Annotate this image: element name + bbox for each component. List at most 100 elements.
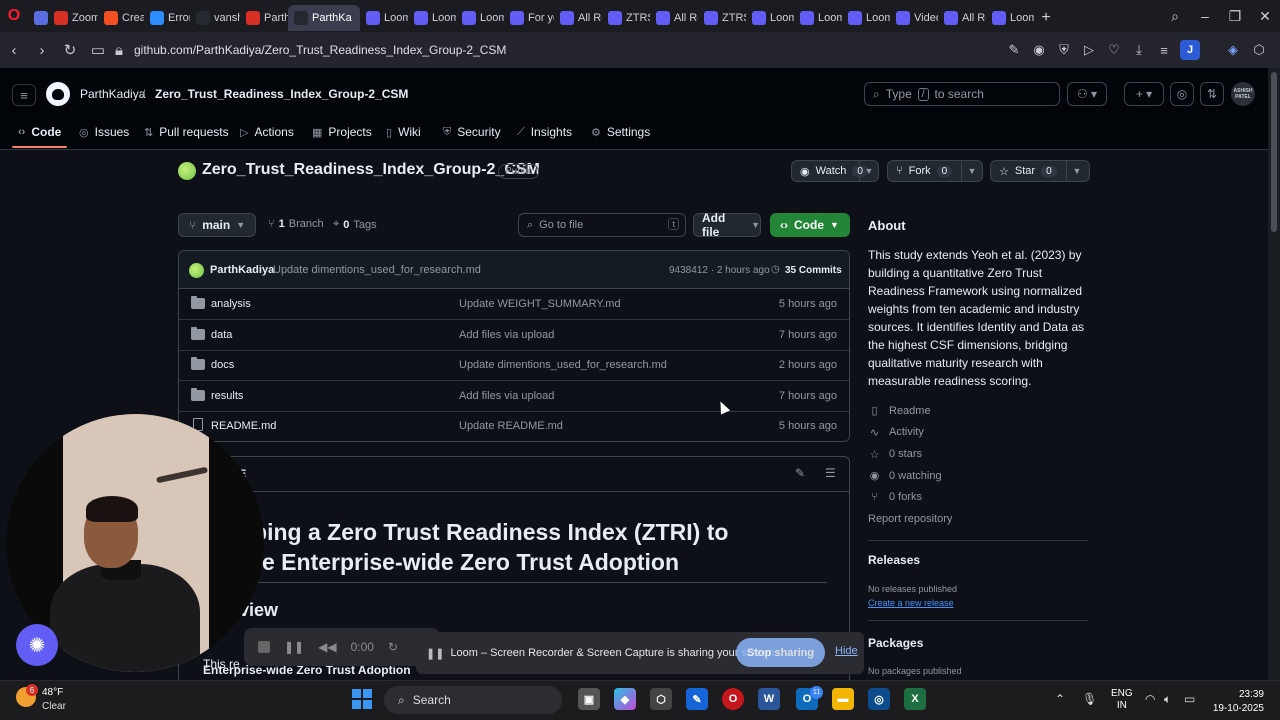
camera-icon[interactable]: ◉ (1030, 41, 1048, 59)
tags-link[interactable]: ⌖ 0 Tags (333, 218, 377, 231)
file-commit-message[interactable]: Update README.md (459, 420, 563, 432)
about-link[interactable]: ☆ 0 stars (868, 448, 922, 461)
file-commit-message[interactable]: Update WEIGHT_SUMMARY.md (459, 298, 621, 310)
browser-tab[interactable]: All Re (554, 5, 602, 31)
wifi-icon[interactable]: ◠ (1145, 692, 1155, 706)
search-tabs-icon[interactable]: ⌕ (1160, 0, 1190, 32)
github-logo-icon[interactable] (46, 82, 70, 106)
file-commit-message[interactable]: Update dimentions_used_for_research.md (459, 359, 667, 371)
browser-tab[interactable]: Create (98, 5, 144, 31)
browser-tab[interactable]: Loom (794, 5, 842, 31)
file-name[interactable]: results (211, 390, 243, 402)
back-icon[interactable]: ‹ (0, 36, 28, 64)
chevron-down-icon[interactable]: ▼ (860, 166, 878, 176)
browser-tab[interactable]: Loom (456, 5, 504, 31)
breadcrumb-owner[interactable]: ParthKadiya (80, 87, 145, 101)
browser-tab[interactable]: Loom (986, 5, 1034, 31)
branch-selector[interactable]: ⑂ main ▼ (178, 213, 256, 237)
about-link[interactable]: ▯ Readme (868, 404, 930, 418)
restore-icon[interactable]: ❐ (1220, 0, 1250, 32)
file-name[interactable]: data (211, 329, 232, 341)
create-release-link[interactable]: Create a new release (868, 598, 954, 608)
file-name[interactable]: README.md (211, 420, 276, 432)
commits-link[interactable]: 35 Commits (785, 265, 842, 276)
file-name[interactable]: analysis (211, 298, 251, 310)
profile-avatar[interactable]: J (1180, 40, 1200, 60)
browser-tab[interactable]: Parth (240, 5, 288, 31)
browser-tab[interactable]: All Re (938, 5, 986, 31)
browser-tab[interactable]: Loom (842, 5, 890, 31)
stop-sharing-button[interactable]: Stop sharing (736, 638, 825, 667)
cube-app-icon[interactable]: ⬡ (650, 688, 672, 710)
file-row[interactable]: analysis Update WEIGHT_SUMMARY.md 5 hours … (179, 289, 849, 320)
pause-icon[interactable]: ❚❚ (284, 640, 304, 654)
hamburger-menu-icon[interactable]: ≡ (12, 84, 36, 106)
tab-actions[interactable]: ▷ Actions (240, 122, 294, 142)
tab-security[interactable]: ⛨ Security (443, 122, 501, 142)
commit-author[interactable]: ParthKadiya (210, 264, 274, 276)
releases-heading[interactable]: Releases (868, 553, 920, 567)
download-icon[interactable]: ⤓ (1130, 41, 1148, 59)
task-view-icon[interactable]: ▣ (578, 688, 600, 710)
global-search-input[interactable]: ⌕ Type / to search (864, 82, 1060, 106)
speaker-icon[interactable]: 🔈︎ (1164, 692, 1171, 707)
fork-button[interactable]: ⑂ Fork 0 ▼ (887, 160, 983, 182)
stop-recording-icon[interactable] (258, 641, 270, 653)
excel-icon[interactable]: X (904, 688, 926, 710)
file-row[interactable]: README.md Update README.md 5 hours ago (179, 411, 849, 441)
restart-icon[interactable]: ↻ (388, 640, 398, 654)
battery-icon[interactable]: ▭ (1184, 692, 1195, 706)
opera-app-icon[interactable]: O (722, 688, 744, 710)
reload-icon[interactable]: ↻ (56, 36, 84, 64)
code-button[interactable]: ‹› Code ▼ (770, 213, 850, 237)
add-file-button[interactable]: Add file ▼ (693, 211, 761, 239)
weather-desc[interactable]: Clear (42, 701, 66, 712)
breadcrumb-repo[interactable]: Zero_Trust_Readiness_Index_Group-2_CSM (155, 87, 408, 101)
opera-logo-icon[interactable]: O (0, 0, 28, 32)
about-link[interactable]: ⑂ 0 forks (868, 491, 922, 503)
tab-insights[interactable]: ⟋ Insights (517, 122, 572, 142)
word-icon[interactable]: W (758, 688, 780, 710)
player-icon[interactable]: ▷ (1080, 41, 1098, 59)
heart-icon[interactable]: ♡ (1105, 41, 1123, 59)
new-tab-button[interactable]: + (1034, 5, 1058, 31)
loom-logo-icon[interactable]: ✺ (16, 624, 58, 666)
repo-title[interactable]: Zero_Trust_Readiness_Index_Group-2_CSM (202, 161, 540, 179)
chevron-down-icon[interactable]: ▼ (962, 166, 982, 176)
weather-temp[interactable]: 48°F (42, 687, 63, 698)
browser-tab[interactable]: Zoom (48, 5, 98, 31)
file-commit-message[interactable]: Add files via upload (459, 329, 554, 341)
file-name[interactable]: docs (211, 359, 234, 371)
create-new-button[interactable]: + ▾ (1124, 82, 1164, 106)
tab-projects[interactable]: ▦ Projects (312, 122, 372, 142)
user-avatar[interactable]: ASHISH PATEL (1231, 82, 1255, 106)
pen-app-icon[interactable]: ✎ (686, 688, 708, 710)
system-clock[interactable]: 23:39 19-10-2025 (1212, 688, 1264, 716)
language-indicator[interactable]: ENG IN (1111, 688, 1133, 712)
tab-issues[interactable]: ◎ Issues (79, 122, 129, 142)
browser-tab[interactable]: ZTRS (602, 5, 650, 31)
hide-button[interactable]: Hide (835, 645, 858, 657)
report-repository-link[interactable]: Report repository (868, 513, 952, 525)
browser-tab[interactable] (28, 5, 48, 31)
browser-tab[interactable]: Video (890, 5, 938, 31)
tab-wiki[interactable]: ▯ Wiki (386, 122, 421, 142)
windows-start-icon[interactable] (352, 689, 372, 709)
list-icon[interactable]: ☰ (825, 466, 836, 480)
browser-tab[interactable]: Error (144, 5, 190, 31)
pull-requests-icon[interactable]: ⇅ (1200, 82, 1224, 106)
close-icon[interactable]: ✕ (1250, 0, 1280, 32)
browser-tab[interactable]: Loom (408, 5, 456, 31)
issues-icon[interactable]: ◎ (1170, 82, 1194, 106)
repo-owner-avatar[interactable] (178, 162, 196, 180)
tray-overflow-icon[interactable]: ⌃ (1055, 692, 1065, 706)
vpn-app-icon[interactable]: ◎ (868, 688, 890, 710)
taskbar-search[interactable]: ⌕ Search (384, 686, 562, 714)
browser-tab[interactable]: Loom (360, 5, 408, 31)
browser-tab[interactable]: ZTRS (698, 5, 746, 31)
cube-icon[interactable]: ⬡ (1250, 41, 1268, 59)
commit-hash-time[interactable]: 9438412 · 2 hours ago (669, 265, 770, 276)
forward-icon[interactable]: › (28, 36, 56, 64)
file-commit-message[interactable]: Add files via upload (459, 390, 554, 402)
go-to-file-input[interactable]: ⌕ Go to file t (518, 213, 686, 237)
